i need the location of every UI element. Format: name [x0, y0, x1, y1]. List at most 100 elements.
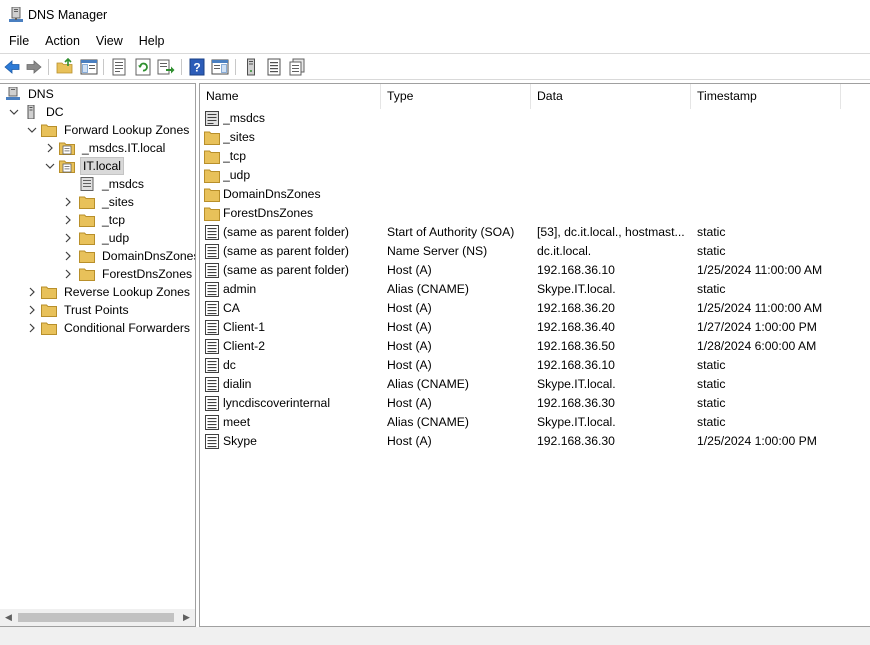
folder-icon [79, 196, 95, 209]
table-row[interactable]: dialin Alias (CNAME) Skype.IT.local. static [200, 375, 870, 394]
table-row[interactable]: Client-1 Host (A) 192.168.36.40 1/27/2024 1… [200, 318, 870, 337]
folder-icon [41, 124, 57, 137]
chevron-right-icon[interactable] [63, 215, 73, 225]
record-data: Skype.IT.local. [537, 415, 616, 429]
tree-node-dns[interactable]: DNS [5, 85, 56, 103]
tree-node-forward-lookup-zones[interactable]: Forward Lookup Zones [41, 121, 191, 139]
record-icon [205, 225, 219, 240]
scrollbar-thumb[interactable] [18, 613, 174, 622]
console-tree[interactable]: DNS DC Forward Lookup Zones _msdcs.IT.lo… [0, 83, 196, 627]
forward-icon[interactable] [25, 58, 43, 76]
record-icon[interactable] [265, 58, 283, 76]
record-timestamp: static [697, 244, 726, 258]
zone-icon [59, 142, 75, 155]
chevron-right-icon[interactable] [27, 323, 37, 333]
chevron-right-icon[interactable] [63, 269, 73, 279]
delegation-icon [205, 111, 219, 126]
record-type: Host (A) [387, 434, 432, 448]
help-icon[interactable]: ? [188, 58, 206, 76]
table-row[interactable]: lyncdiscoverinternal Host (A) 192.168.36.3… [200, 394, 870, 413]
chevron-right-icon[interactable] [63, 197, 73, 207]
table-row[interactable]: _msdcs [200, 109, 870, 128]
chevron-right-icon[interactable] [45, 143, 55, 153]
tree-node-conditional-forwarders[interactable]: Conditional Forwarders [41, 319, 192, 337]
chevron-down-icon[interactable] [9, 107, 19, 117]
status-bar [0, 627, 870, 645]
record-name: ForestDnsZones [223, 206, 314, 220]
table-row[interactable]: _tcp [200, 147, 870, 166]
record-type: Host (A) [387, 396, 432, 410]
table-row[interactable]: admin Alias (CNAME) Skype.IT.local. static [200, 280, 870, 299]
column-header-data[interactable]: Data [531, 84, 691, 109]
record-data [537, 166, 689, 185]
menu-view[interactable]: View [88, 31, 131, 52]
scroll-right-icon[interactable]: ▶ [178, 609, 195, 626]
up-folder-icon[interactable] [56, 58, 74, 76]
table-row[interactable]: (same as parent folder) Start of Authorit… [200, 223, 870, 242]
tree-label: DNS [28, 87, 54, 101]
table-row[interactable]: _sites [200, 128, 870, 147]
column-header-type[interactable]: Type [381, 84, 531, 109]
table-row[interactable]: DomainDnsZones [200, 185, 870, 204]
record-name: _udp [223, 168, 251, 182]
table-row[interactable]: (same as parent folder) Name Server (NS) d… [200, 242, 870, 261]
record-data: 192.168.36.40 [537, 320, 615, 334]
tree-node-forestdnszones[interactable]: ForestDnsZones [79, 265, 194, 283]
tree-node-msdcs-it-local[interactable]: _msdcs.IT.local [59, 139, 167, 157]
record-data: [53], dc.it.local., hostmast... [537, 225, 685, 239]
back-icon[interactable] [3, 58, 21, 76]
record-type [387, 204, 529, 223]
menu-action[interactable]: Action [37, 31, 88, 52]
tree-node-reverse-lookup-zones[interactable]: Reverse Lookup Zones [41, 283, 192, 301]
record-type: Alias (CNAME) [387, 282, 469, 296]
properties-icon[interactable] [110, 58, 128, 76]
table-row[interactable]: Skype Host (A) 192.168.36.30 1/25/2024 1:00… [200, 432, 870, 451]
table-row[interactable]: (same as parent folder) Host (A) 192.168.3… [200, 261, 870, 280]
toolbar-separator [235, 59, 236, 75]
table-row[interactable]: dc Host (A) 192.168.36.10 static [200, 356, 870, 375]
column-header-timestamp[interactable]: Timestamp [691, 84, 841, 109]
zone-icon[interactable] [288, 58, 306, 76]
chevron-right-icon[interactable] [63, 251, 73, 261]
show-hide-action-pane-icon[interactable] [211, 58, 229, 76]
chevron-right-icon[interactable] [63, 233, 73, 243]
record-name: (same as parent folder) [223, 244, 349, 258]
record-name: Skype [223, 434, 257, 448]
table-row[interactable]: Client-2 Host (A) 192.168.36.50 1/28/2024 6… [200, 337, 870, 356]
column-header-name[interactable]: Name [200, 84, 381, 109]
record-type [387, 147, 529, 166]
export-list-icon[interactable] [157, 58, 175, 76]
records-list[interactable]: Name Type Data Timestamp _msdcs _sites _tc… [199, 83, 870, 627]
record-type: Alias (CNAME) [387, 415, 469, 429]
tree-node-dc[interactable]: DC [23, 103, 66, 121]
menu-help[interactable]: Help [131, 31, 173, 52]
tree-node-udp[interactable]: _udp [79, 229, 131, 247]
table-row[interactable]: _udp [200, 166, 870, 185]
tree-node-msdcs[interactable]: _msdcs [79, 175, 146, 193]
chevron-right-icon[interactable] [27, 287, 37, 297]
menu-file[interactable]: File [1, 31, 37, 52]
record-data: Skype.IT.local. [537, 377, 616, 391]
toolbar-separator [48, 59, 49, 75]
chevron-down-icon[interactable] [45, 161, 55, 171]
horizontal-scrollbar[interactable]: ◀ ▶ [0, 609, 195, 626]
tree-node-tcp[interactable]: _tcp [79, 211, 127, 229]
record-timestamp: 1/25/2024 1:00:00 PM [697, 434, 817, 448]
record-icon [205, 377, 219, 392]
tree-node-sites[interactable]: _sites [79, 193, 136, 211]
table-row[interactable]: ForestDnsZones [200, 204, 870, 223]
record-icon [205, 415, 219, 430]
chevron-down-icon[interactable] [27, 125, 37, 135]
scroll-left-icon[interactable]: ◀ [0, 609, 17, 626]
server-icon[interactable] [242, 58, 260, 76]
tree-node-domaindnszones[interactable]: DomainDnsZones [79, 247, 195, 265]
tree-node-it-local[interactable]: IT.local [59, 157, 124, 175]
table-row[interactable]: meet Alias (CNAME) Skype.IT.local. static [200, 413, 870, 432]
show-hide-console-tree-icon[interactable] [80, 58, 98, 76]
table-row[interactable]: CA Host (A) 192.168.36.20 1/25/2024 11:00:0… [200, 299, 870, 318]
tree-node-trust-points[interactable]: Trust Points [41, 301, 131, 319]
refresh-icon[interactable] [134, 58, 152, 76]
chevron-right-icon[interactable] [27, 305, 37, 315]
record-icon [205, 396, 219, 411]
record-data: 192.168.36.50 [537, 339, 615, 353]
